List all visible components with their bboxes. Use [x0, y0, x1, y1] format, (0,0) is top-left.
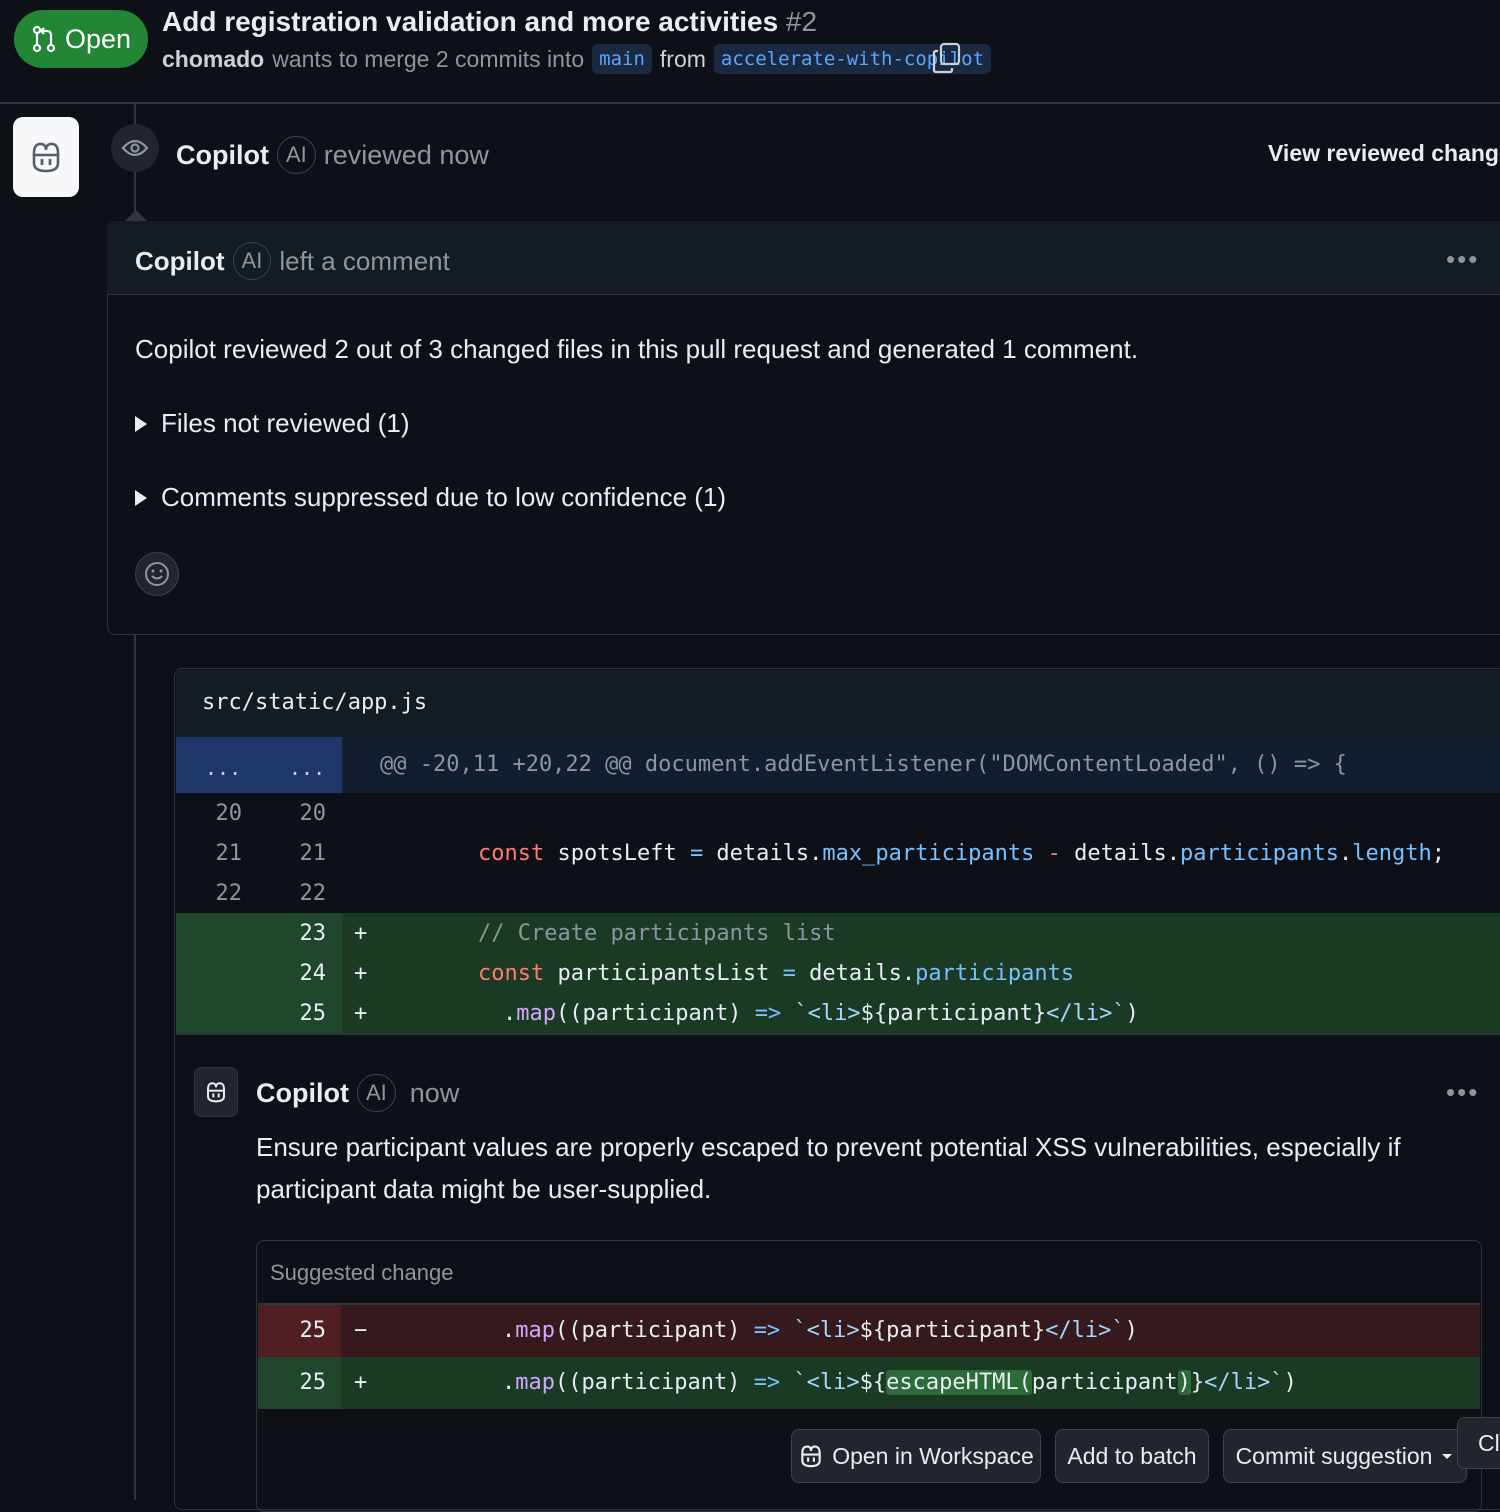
copilot-icon: [801, 1445, 821, 1468]
added-line-number: 25: [299, 1370, 327, 1395]
close-button-partial[interactable]: Cl: [1457, 1417, 1500, 1469]
diff-added-row: [176, 913, 1500, 953]
base-branch[interactable]: main: [592, 44, 652, 74]
inline-comment-author[interactable]: Copilot: [256, 1078, 349, 1109]
add-to-batch-button[interactable]: Add to batch: [1055, 1429, 1209, 1483]
expand-down-button[interactable]: ...: [289, 756, 325, 780]
inline-comment-time[interactable]: now: [410, 1078, 460, 1109]
diff-sign: +: [354, 1001, 368, 1026]
review-action: reviewed now: [323, 139, 489, 170]
new-line-number[interactable]: 21: [286, 841, 327, 866]
pr-author-link[interactable]: chomado: [162, 46, 264, 73]
reviewer-name[interactable]: Copilot: [176, 140, 269, 171]
details-label: Files not reviewed (1): [161, 408, 410, 438]
pr-status-label: Open: [64, 23, 132, 54]
commit-suggestion-button[interactable]: Commit suggestion: [1223, 1429, 1467, 1483]
inline-comment-header: Copilot AI now: [256, 1074, 459, 1112]
comment-caret: [125, 210, 147, 221]
open-in-workspace-button[interactable]: Open in Workspace: [791, 1429, 1041, 1483]
details-comments-suppressed[interactable]: Comments suppressed due to low confidenc…: [135, 482, 726, 513]
pr-merge-info: chomado wants to merge 2 commits into ma…: [162, 44, 992, 74]
copilot-icon: [32, 142, 60, 173]
inline-comment-body: Ensure participant values are properly e…: [256, 1132, 1401, 1204]
smiley-icon: [145, 562, 169, 586]
expand-up-button[interactable]: ...: [205, 756, 241, 780]
inline-comment-more-button[interactable]: •••: [1446, 1077, 1479, 1108]
review-event-badge: [111, 124, 159, 172]
code-line: const participantsList = details.partici…: [478, 961, 1075, 986]
caret-down-icon: [1442, 1454, 1453, 1459]
new-line-number[interactable]: 24: [286, 961, 327, 986]
diff-sign: +: [354, 961, 368, 986]
from-text: from: [659, 45, 706, 72]
new-line-number[interactable]: 20: [286, 801, 327, 826]
comment-more-button[interactable]: •••: [1446, 244, 1479, 275]
add-to-batch-label: Add to batch: [1067, 1442, 1197, 1469]
pr-title: Add registration validation and more act…: [162, 6, 817, 38]
copilot-avatar[interactable]: [13, 117, 79, 197]
review-summary: Copilot reviewed 2 out of 3 changed file…: [135, 334, 1139, 364]
hunk-header: @@ -20,11 +20,22 @@ document.addEventLis…: [380, 752, 1347, 777]
ai-badge: AI: [356, 1074, 396, 1112]
diff-sign: +: [354, 921, 368, 946]
suggestion-old-code: .map((participant) => `<li>${participant…: [502, 1318, 1138, 1343]
new-line-number[interactable]: 22: [286, 881, 327, 906]
old-line-number[interactable]: 20: [202, 801, 243, 826]
code-line: .map((participant) => `<li>${participant…: [503, 1001, 1139, 1026]
deleted-line-number: 25: [299, 1318, 327, 1343]
review-event: Copilot AI reviewed now: [176, 136, 489, 174]
copy-icon[interactable]: [932, 42, 962, 74]
ai-badge: AI: [276, 136, 316, 174]
old-line-number[interactable]: 21: [202, 841, 243, 866]
diff-comment-divider: [176, 1033, 1500, 1035]
view-reviewed-changes-link[interactable]: View reviewed changes: [1268, 140, 1500, 167]
commit-suggestion-label: Commit suggestion: [1235, 1442, 1433, 1469]
diff-file-name[interactable]: src/static/app.js: [202, 690, 427, 715]
git-pull-request-icon: [32, 25, 56, 53]
suggestion-new-code: .map((participant) => `<li>${escapeHTML(…: [502, 1370, 1297, 1395]
pr-number: #2: [785, 6, 818, 37]
add-reaction-button[interactable]: [135, 552, 179, 596]
diff-sign: −: [354, 1318, 368, 1343]
copilot-icon: [207, 1082, 225, 1103]
new-line-number[interactable]: 25: [286, 1001, 327, 1026]
pr-status-badge: Open: [14, 10, 148, 68]
merge-text: wants to merge 2 commits into: [272, 45, 585, 72]
diff-sign: +: [354, 1370, 368, 1395]
comment-author[interactable]: Copilot: [135, 246, 225, 277]
open-in-workspace-label: Open in Workspace: [832, 1442, 1034, 1469]
close-button-label: Cl: [1478, 1429, 1500, 1456]
copilot-avatar-small[interactable]: [194, 1067, 238, 1117]
details-label: Comments suppressed due to low confidenc…: [161, 482, 727, 512]
eye-icon: [121, 139, 149, 157]
code-line: // Create participants list: [478, 921, 836, 946]
comment-action: left a comment: [279, 245, 450, 276]
comment-header-text: Copilot AI left a comment: [135, 242, 450, 280]
code-line: const spotsLeft = details.max_participan…: [478, 841, 1445, 866]
new-line-number[interactable]: 23: [286, 921, 327, 946]
details-files-not-reviewed[interactable]: Files not reviewed (1): [135, 408, 410, 439]
ai-badge: AI: [232, 242, 272, 280]
suggested-change-title: Suggested change: [270, 1260, 454, 1285]
header-divider: [0, 102, 1500, 104]
pr-title-text: Add registration validation and more act…: [162, 6, 779, 37]
triangle-right-icon: [135, 415, 147, 432]
triangle-right-icon: [135, 489, 147, 506]
old-line-number[interactable]: 22: [202, 881, 243, 906]
